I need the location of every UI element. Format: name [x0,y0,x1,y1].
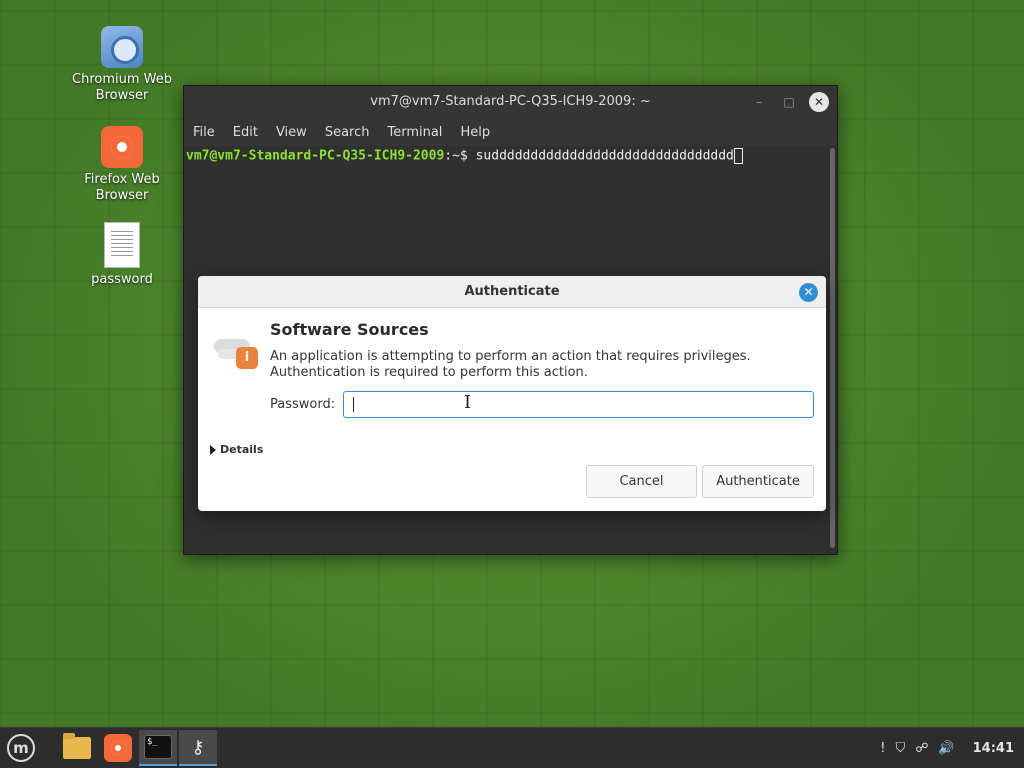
terminal-titlebar[interactable]: vm7@vm7-Standard-PC-Q35-ICH9-2009: ~ – □… [184,86,837,118]
taskbar-terminal[interactable]: $_ [139,730,177,766]
maximize-button[interactable]: □ [779,92,799,112]
dialog-title: Authenticate [464,284,560,299]
clock[interactable]: 14:41 [973,741,1014,756]
authenticate-dialog: Authenticate ✕ i Software Sources An app… [198,276,826,511]
dialog-description: An application is attempting to perform … [270,349,751,380]
desktop-icon-firefox[interactable]: Firefox Web Browser [67,126,177,204]
system-tray: ! ⛉ ☍ 🔊 14:41 [880,728,1014,768]
details-expander[interactable]: Details [210,443,263,456]
taskbar: m $_ ⚷ ! ⛉ ☍ 🔊 14:41 [0,727,1024,768]
folder-icon [63,733,91,759]
firefox-icon [104,734,132,762]
password-input[interactable] [343,391,814,418]
text-file-icon [104,222,140,268]
menu-file[interactable]: File [193,125,215,140]
terminal-cursor [733,148,743,164]
cancel-button[interactable]: Cancel [586,465,697,498]
taskbar-files[interactable] [58,730,96,766]
ibeam-cursor-icon: I [464,392,472,413]
expand-arrow-icon [210,444,216,455]
password-label: Password: [270,397,336,412]
text-caret [353,397,354,412]
linux-mint-logo-icon: m [7,734,35,762]
start-menu-button[interactable]: m [2,730,40,766]
terminal-title: vm7@vm7-Standard-PC-Q35-ICH9-2009: ~ [370,94,651,109]
desktop-icon-label: Firefox Web Browser [84,172,160,203]
keys-icon: ⚷ [191,736,205,758]
firefox-icon [101,126,143,168]
notification-icon[interactable]: ! [880,741,885,756]
window-controls: – □ ✕ [749,92,829,112]
info-badge-icon: i [236,347,258,369]
taskbar-authenticate[interactable]: ⚷ [179,730,217,766]
desktop-icon-label: Chromium Web Browser [72,72,172,103]
terminal-command: suddddddddddddddddddddddddddddddd [475,148,734,164]
desktop-icon-password-file[interactable]: password [67,222,177,288]
desktop-icon-label: password [91,272,153,287]
menu-help[interactable]: Help [460,125,490,140]
close-button[interactable]: ✕ [809,92,829,112]
keys-icon: i [214,333,258,369]
network-icon[interactable]: ☍ [915,741,928,756]
menu-view[interactable]: View [276,125,307,140]
desktop-icon-chromium[interactable]: Chromium Web Browser [67,26,177,104]
prompt-suffix: :~$ [444,148,476,164]
dialog-close-button[interactable]: ✕ [799,283,818,302]
dialog-heading: Software Sources [270,320,429,339]
minimize-button[interactable]: – [749,92,769,112]
volume-icon[interactable]: 🔊 [938,741,954,756]
terminal-icon: $_ [144,735,172,759]
authenticate-button[interactable]: Authenticate [702,465,814,498]
menu-search[interactable]: Search [325,125,370,140]
terminal-menubar: File Edit View Search Terminal Help [184,118,837,146]
details-label: Details [220,443,264,456]
menu-edit[interactable]: Edit [233,125,258,140]
terminal-scrollbar[interactable] [830,148,835,548]
chromium-icon [101,26,143,68]
shield-icon[interactable]: ⛉ [895,741,905,756]
menu-terminal[interactable]: Terminal [387,125,442,140]
dialog-titlebar[interactable]: Authenticate ✕ [198,276,826,308]
prompt-user: vm7@vm7-Standard-PC-Q35-ICH9-2009 [186,148,445,164]
taskbar-firefox[interactable] [99,730,137,766]
